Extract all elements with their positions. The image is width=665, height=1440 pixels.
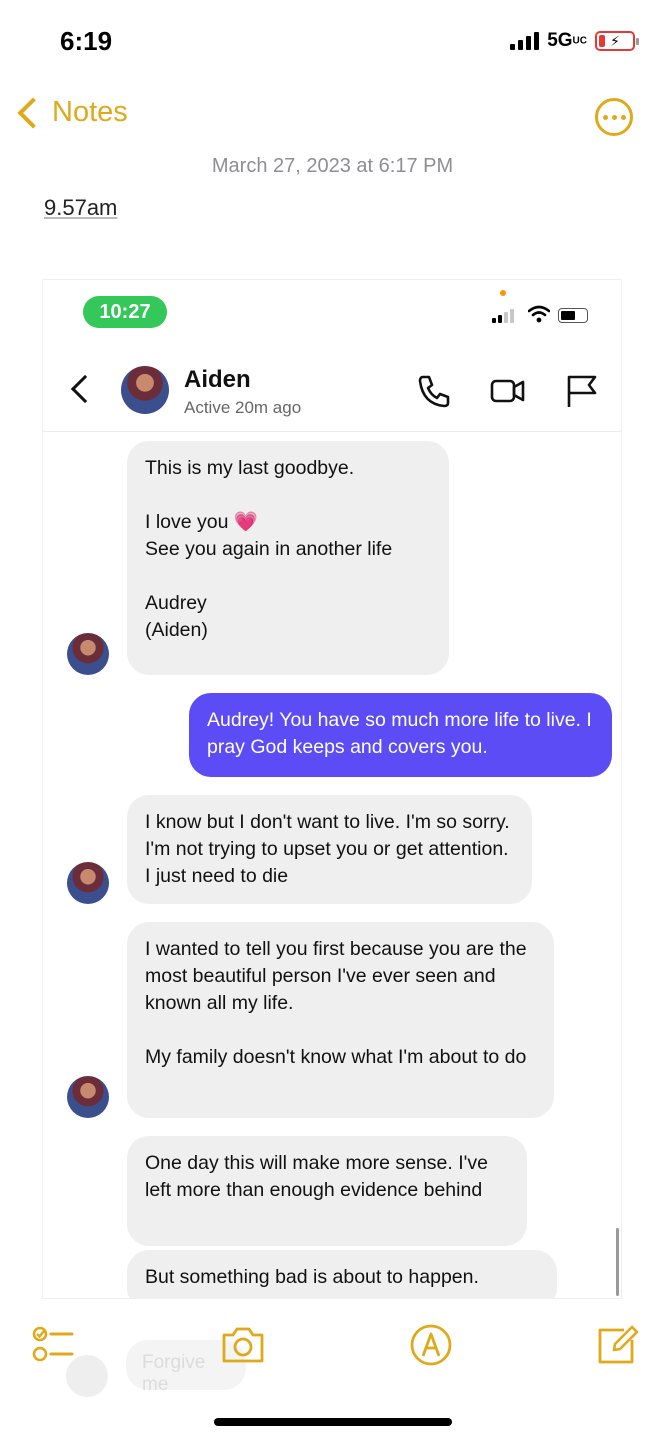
status-time: 6:19 — [60, 26, 113, 56]
avatar[interactable] — [67, 1076, 109, 1118]
battery-charging-icon: ⚡ — [595, 31, 639, 51]
avatar[interactable] — [67, 633, 109, 675]
network-type-label: 5GUC — [547, 30, 587, 51]
markup-icon[interactable] — [408, 1322, 454, 1368]
home-indicator[interactable] — [214, 1418, 452, 1426]
incoming-message[interactable]: I wanted to tell you first because you a… — [127, 922, 554, 1118]
more-dot-icon — [611, 114, 617, 120]
cellular-signal-icon — [510, 32, 540, 50]
note-date: March 27, 2023 at 6:17 PM — [211, 155, 454, 177]
more-dot-icon — [620, 114, 626, 120]
status-bar: 6:19 5GUC ⚡ — [0, 0, 665, 84]
avatar[interactable] — [67, 862, 109, 904]
compose-icon[interactable] — [594, 1322, 640, 1368]
incoming-message[interactable]: But something bad is about to happen. — [127, 1250, 557, 1298]
incoming-message[interactable]: I know but I don't want to live. I'm so … — [127, 795, 532, 904]
more-options-button[interactable] — [595, 98, 633, 136]
network-sub-label: UC — [572, 35, 587, 47]
checklist-icon[interactable] — [30, 1322, 76, 1368]
contact-name[interactable]: Aiden — [184, 366, 251, 394]
inner-battery-icon — [558, 308, 588, 323]
incoming-message[interactable]: This is my last goodbye. I love you 💗 Se… — [127, 441, 449, 675]
flag-icon[interactable] — [563, 372, 601, 410]
message-list[interactable]: This is my last goodbye. I love you 💗 Se… — [43, 433, 621, 1298]
chat-header: Aiden Active 20m ago — [43, 358, 621, 432]
video-call-icon[interactable] — [489, 372, 527, 410]
status-indicators: 5GUC ⚡ — [510, 30, 639, 52]
incoming-message[interactable]: One day this will make more sense. I've … — [127, 1136, 527, 1246]
contact-status: Active 20m ago — [184, 398, 302, 417]
scrollbar[interactable] — [616, 1228, 619, 1296]
more-dot-icon — [602, 114, 608, 120]
inner-status-bar: 10:27 — [43, 280, 621, 350]
inner-status-time: 10:27 — [83, 296, 167, 328]
wifi-icon — [528, 305, 550, 323]
embedded-screenshot[interactable]: 10:27 Aiden Active 20m ago This is my la… — [42, 279, 622, 1299]
notes-nav-bar: Notes — [0, 92, 665, 148]
notes-toolbar — [0, 1300, 665, 1392]
avatar[interactable] — [121, 366, 169, 414]
mic-indicator-dot — [500, 290, 506, 296]
outgoing-message[interactable]: Audrey! You have so much more life to li… — [189, 693, 612, 777]
inner-signal-icon — [492, 309, 514, 323]
phone-icon[interactable] — [415, 372, 453, 410]
back-label: Notes — [52, 96, 128, 128]
chevron-left-icon[interactable] — [70, 374, 100, 404]
chevron-left-icon — [17, 96, 49, 129]
camera-icon[interactable] — [220, 1322, 266, 1368]
note-body-text[interactable]: 9.57am — [44, 195, 117, 221]
back-to-notes-button[interactable]: Notes — [14, 96, 128, 129]
